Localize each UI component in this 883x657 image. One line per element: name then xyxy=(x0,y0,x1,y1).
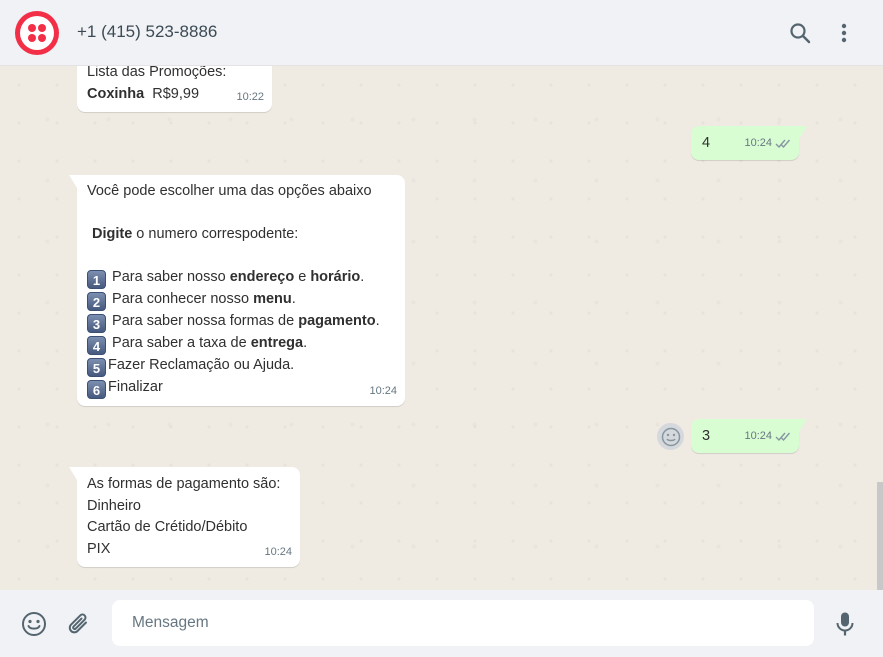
composer-bar xyxy=(0,590,883,657)
prompt-text: o numero correspodente: xyxy=(132,226,299,242)
keycap-icon: 4 xyxy=(87,336,106,355)
chat-header: +1 (415) 523-8886 xyxy=(0,0,883,66)
promo-item-name: Coxinha xyxy=(87,85,145,102)
message-time: 10:24 xyxy=(369,384,397,397)
double-check-icon xyxy=(775,432,791,441)
menu-option: 3 Para saber nossa formas de pagamento. xyxy=(87,311,395,333)
message-text: PIX xyxy=(87,540,111,557)
prompt-bold: Digite xyxy=(92,226,133,242)
smiley-icon[interactable] xyxy=(20,610,48,638)
twilio-logo-icon[interactable] xyxy=(15,11,59,55)
message-bubble-outgoing[interactable]: 4 10:24 xyxy=(691,126,807,160)
message-time: 10:24 xyxy=(744,136,772,149)
message-text: Lista das Promoções: xyxy=(87,66,227,80)
message-text: Dinheiro xyxy=(87,497,141,514)
message-list[interactable]: Lista das Promoções: Coxinha R$9,99 10:2… xyxy=(0,66,883,590)
message-bubble-outgoing[interactable]: 3 10:24 xyxy=(691,419,807,453)
paperclip-icon[interactable] xyxy=(65,610,93,638)
menu-option: 5 Fazer Reclamação ou Ajuda. xyxy=(87,355,395,377)
message-bubble-incoming[interactable]: Lista das Promoções: Coxinha R$9,99 10:2… xyxy=(77,66,272,112)
message-text: 3 xyxy=(702,428,711,444)
keycap-icon: 3 xyxy=(87,314,106,333)
keycap-icon: 2 xyxy=(87,292,106,311)
double-check-icon xyxy=(775,139,791,148)
message-time: 10:22 xyxy=(236,90,264,103)
promo-item-price: R$9,99 xyxy=(152,85,200,102)
menu-option: 1 Para saber nosso endereço e horário. xyxy=(87,267,395,289)
smiley-icon[interactable] xyxy=(657,423,684,450)
message-time: 10:24 xyxy=(744,429,772,442)
microphone-icon[interactable] xyxy=(831,610,859,638)
keycap-icon: 6 xyxy=(87,380,106,399)
message-text: Cartão de Crétido/Débito xyxy=(87,519,248,535)
menu-option: 4 Para saber a taxa de entrega. xyxy=(87,333,395,355)
search-icon[interactable] xyxy=(787,20,813,46)
keycap-icon: 5 xyxy=(87,358,106,377)
message-text: 4 xyxy=(702,135,711,151)
keycap-icon: 1 xyxy=(87,270,106,289)
message-bubble-incoming[interactable]: As formas de pagamento são: Dinheiro Car… xyxy=(69,467,300,567)
message-time: 10:24 xyxy=(264,545,292,558)
message-bubble-incoming[interactable]: Você pode escolher uma das opções abaixo… xyxy=(69,175,405,406)
message-text: Você pode escolher uma das opções abaixo xyxy=(87,183,372,199)
scrollbar[interactable] xyxy=(877,482,883,590)
kebab-menu-icon[interactable] xyxy=(831,20,857,46)
contact-title[interactable]: +1 (415) 523-8886 xyxy=(77,22,217,42)
message-text: As formas de pagamento são: xyxy=(87,476,281,492)
message-input[interactable] xyxy=(112,600,814,646)
menu-option: 2 Para conhecer nosso menu. xyxy=(87,289,395,311)
menu-option: 6 Finalizar xyxy=(87,377,395,399)
